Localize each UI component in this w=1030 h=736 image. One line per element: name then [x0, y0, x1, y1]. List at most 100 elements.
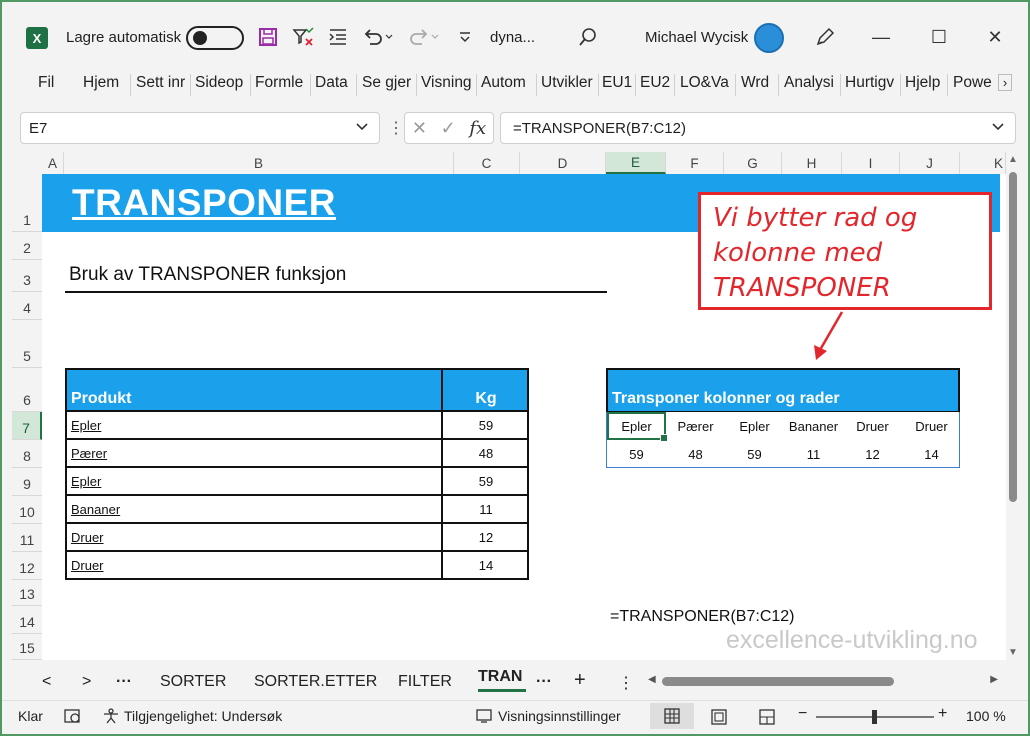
row-header-13[interactable]: 13 [12, 580, 42, 606]
macro-record-icon[interactable] [64, 708, 82, 727]
display-settings-label[interactable]: Visningsinnstillinger [498, 708, 621, 724]
designer-pen-icon[interactable] [814, 24, 836, 50]
tab-hurtigvisning[interactable]: Hurtigv [845, 74, 897, 92]
cell-e7-active[interactable]: Epler [607, 412, 668, 442]
accessibility-icon[interactable] [102, 708, 120, 727]
column-header-b[interactable]: B [64, 152, 454, 174]
row-header-7[interactable]: 7 [12, 412, 42, 440]
more-options-icon[interactable]: ⋮ [388, 118, 404, 138]
chevron-down-icon[interactable] [355, 119, 369, 136]
tab-se-gjennom[interactable]: Se gjer [362, 74, 414, 92]
scroll-right-icon[interactable]: ▶ [990, 674, 998, 685]
table-row[interactable]: Druer 14 [65, 552, 529, 580]
column-header-d[interactable]: D [520, 152, 606, 174]
product-link[interactable]: Pærer [71, 446, 107, 461]
tab-analyse[interactable]: Analysi [784, 74, 834, 92]
tab-sorter-etter[interactable]: SORTER.ETTER [254, 673, 377, 691]
sheet-options-icon[interactable]: ⋮ [618, 673, 634, 693]
indent-icon[interactable] [328, 24, 348, 50]
cell-j8[interactable]: 14 [902, 440, 961, 468]
cell-f8[interactable]: 48 [666, 440, 725, 468]
horizontal-scroll-thumb[interactable] [662, 677, 894, 686]
confirm-icon[interactable]: ✓ [441, 118, 456, 139]
search-icon[interactable] [578, 24, 598, 50]
column-header-i[interactable]: I [842, 152, 900, 174]
row-header-1[interactable]: 1 [12, 174, 42, 232]
table-row[interactable]: Druer 12 [65, 524, 529, 552]
row-header-9[interactable]: 9 [12, 468, 42, 496]
column-header-f[interactable]: F [666, 152, 724, 174]
tab-transponer-active[interactable]: TRAN [478, 668, 526, 692]
scroll-down-icon[interactable]: ▼ [1008, 647, 1018, 658]
redo-icon[interactable] [408, 24, 442, 50]
tab-data[interactable]: Data [315, 74, 348, 92]
more-sheets-right-button[interactable]: ··· [536, 673, 552, 691]
row-header-4[interactable]: 4 [12, 292, 42, 320]
table-row[interactable]: Bananer 11 [65, 496, 529, 524]
column-header-g[interactable]: G [724, 152, 782, 174]
name-box[interactable]: E7 [20, 112, 380, 144]
tab-visning[interactable]: Visning [421, 74, 472, 92]
row-header-12[interactable]: 12 [12, 552, 42, 580]
vertical-scrollbar[interactable]: ▲ ▼ [1006, 152, 1020, 660]
autosave-toggle[interactable] [186, 26, 244, 50]
user-name[interactable]: Michael Wycisk [645, 24, 748, 50]
add-sheet-button[interactable]: + [574, 669, 586, 692]
expand-formula-icon[interactable] [991, 119, 1005, 136]
column-header-j[interactable]: J [900, 152, 960, 174]
clear-filter-icon[interactable] [292, 24, 314, 50]
column-header-c[interactable]: C [454, 152, 520, 174]
product-link[interactable]: Bananer [71, 502, 120, 517]
row-header-10[interactable]: 10 [12, 496, 42, 524]
zoom-out-button[interactable]: − [798, 705, 807, 723]
row-header-15[interactable]: 15 [12, 634, 42, 660]
cell-i8[interactable]: 12 [843, 440, 902, 468]
tab-power[interactable]: Powe [953, 74, 995, 92]
cell-i7[interactable]: Druer [843, 412, 902, 440]
cell-h8[interactable]: 11 [784, 440, 843, 468]
tab-hjelp[interactable]: Hjelp [905, 74, 940, 92]
maximize-button[interactable]: ☐ [924, 24, 954, 50]
column-header-e[interactable]: E [606, 152, 666, 174]
horizontal-scrollbar[interactable]: ◀ ▶ [648, 674, 998, 688]
tab-sideoppsett[interactable]: Sideop [195, 74, 247, 92]
tab-filter[interactable]: FILTER [398, 673, 452, 691]
column-header-k[interactable]: K [960, 152, 1006, 174]
cell-g7[interactable]: Epler [725, 412, 784, 440]
row-header-3[interactable]: 3 [12, 260, 42, 292]
zoom-level[interactable]: 100 % [966, 708, 1006, 724]
close-button[interactable]: ✕ [980, 24, 1010, 50]
row-header-2[interactable]: 2 [12, 232, 42, 260]
tab-automatiser[interactable]: Autom [481, 74, 533, 92]
product-link[interactable]: Druer [71, 558, 104, 573]
vertical-scroll-thumb[interactable] [1009, 172, 1017, 502]
cancel-icon[interactable]: ✕ [412, 118, 427, 139]
undo-icon[interactable] [362, 24, 396, 50]
tab-sett-inn[interactable]: Sett inr [136, 74, 188, 92]
tab-sorter[interactable]: SORTER [160, 673, 226, 691]
table-row[interactable]: Pærer 48 [65, 440, 529, 468]
next-sheet-icon[interactable]: > [82, 673, 91, 691]
zoom-slider-knob[interactable] [872, 710, 877, 724]
tab-formler[interactable]: Formle [255, 74, 307, 92]
product-link[interactable]: Epler [71, 474, 101, 489]
minimize-button[interactable]: — [866, 24, 896, 50]
tab-fil[interactable]: Fil [38, 74, 54, 92]
tab-lo-va[interactable]: LO&Va [680, 74, 732, 92]
page-break-view-icon[interactable] [758, 708, 776, 729]
scroll-up-icon[interactable]: ▲ [1008, 154, 1018, 165]
prev-sheet-icon[interactable]: < [42, 673, 51, 691]
cell-e8[interactable]: 59 [607, 440, 666, 468]
avatar[interactable] [754, 23, 784, 53]
customize-toolbar-icon[interactable] [458, 24, 472, 50]
formula-input[interactable]: =TRANSPONER(B7:C12) [500, 112, 1016, 144]
page-layout-view-icon[interactable] [710, 708, 728, 729]
select-all-corner[interactable] [12, 152, 42, 174]
insert-function-icon[interactable]: fx [469, 118, 486, 139]
row-header-11[interactable]: 11 [12, 524, 42, 552]
cell-f7[interactable]: Pærer [666, 412, 725, 440]
product-link[interactable]: Druer [71, 530, 104, 545]
zoom-slider[interactable] [816, 710, 934, 724]
column-header-h[interactable]: H [782, 152, 842, 174]
tab-hjem[interactable]: Hjem [83, 74, 119, 92]
